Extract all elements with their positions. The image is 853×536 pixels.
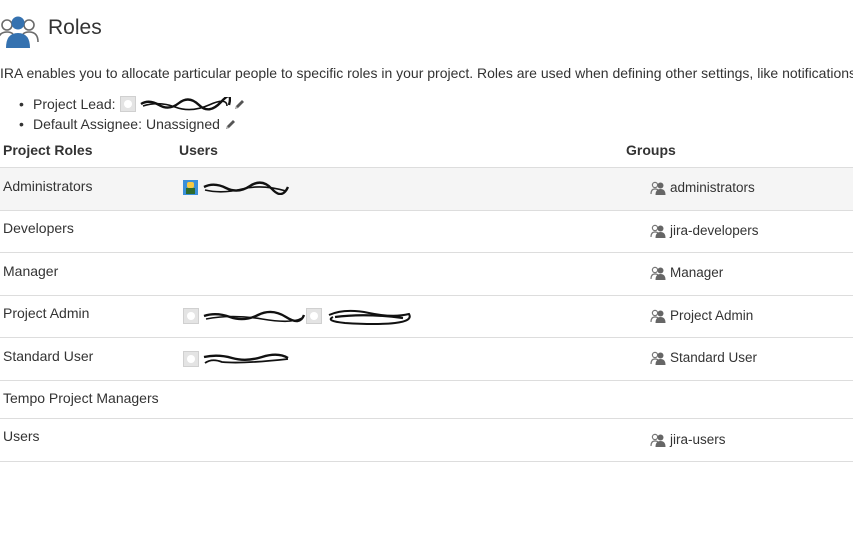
role-name: Standard User bbox=[3, 348, 94, 364]
project-meta-list: • Project Lead: • Default Assignee: Unas… bbox=[19, 94, 246, 134]
role-group[interactable]: Manager bbox=[650, 265, 723, 280]
default-assignee-label: Default Assignee: bbox=[33, 116, 142, 132]
redacted-user-name bbox=[325, 309, 411, 325]
role-group[interactable]: administrators bbox=[650, 180, 755, 195]
redacted-user-name bbox=[139, 97, 231, 111]
edit-project-lead-pencil-icon[interactable] bbox=[233, 98, 246, 111]
table-row[interactable]: Tempo Project Managers bbox=[0, 380, 853, 419]
page-title: Roles bbox=[48, 16, 102, 39]
role-name: Manager bbox=[3, 263, 59, 279]
user-avatar-icon bbox=[183, 180, 198, 195]
group-name: Standard User bbox=[670, 350, 758, 365]
page-description: IRA enables you to allocate particular p… bbox=[0, 65, 853, 81]
group-icon bbox=[650, 309, 666, 323]
redacted-user-name bbox=[202, 310, 306, 323]
redacted-user-name bbox=[202, 353, 289, 364]
table-row[interactable]: Standard User Standard User bbox=[0, 337, 853, 381]
group-name: jira-developers bbox=[670, 223, 759, 238]
role-group[interactable]: jira-users bbox=[650, 432, 726, 447]
edit-default-assignee-pencil-icon[interactable] bbox=[224, 118, 237, 131]
default-assignee-item: • Default Assignee: Unassigned bbox=[19, 114, 246, 134]
role-name: Users bbox=[3, 428, 40, 444]
group-icon bbox=[650, 224, 666, 238]
role-users[interactable] bbox=[183, 351, 289, 367]
role-name: Developers bbox=[3, 220, 74, 236]
role-group[interactable]: jira-developers bbox=[650, 223, 759, 238]
column-header-groups: Groups bbox=[626, 142, 676, 158]
project-lead-item: • Project Lead: bbox=[19, 94, 246, 114]
role-users[interactable] bbox=[183, 180, 290, 195]
group-name: Manager bbox=[670, 265, 724, 280]
table-row[interactable]: Administrators administrators bbox=[0, 167, 853, 211]
table-row[interactable]: Developers jira-developers bbox=[0, 210, 853, 253]
group-name: jira-users bbox=[670, 432, 726, 447]
role-name: Project Admin bbox=[3, 305, 90, 321]
default-assignee-value: Unassigned bbox=[145, 116, 220, 132]
group-icon bbox=[650, 351, 666, 365]
user-avatar-icon bbox=[183, 351, 199, 367]
role-name: Administrators bbox=[3, 178, 93, 194]
role-name: Tempo Project Managers bbox=[3, 390, 159, 406]
roles-table-header: Project Roles Users Groups bbox=[0, 140, 853, 167]
user-avatar-icon bbox=[183, 308, 199, 324]
user-avatar-icon bbox=[119, 96, 136, 112]
role-group[interactable]: Project Admin bbox=[650, 308, 753, 323]
column-header-project-roles: Project Roles bbox=[3, 142, 93, 158]
group-icon bbox=[650, 433, 666, 447]
roles-people-icon bbox=[0, 16, 39, 48]
role-users[interactable] bbox=[183, 308, 411, 325]
group-icon bbox=[650, 266, 666, 280]
table-bottom-border bbox=[0, 461, 853, 462]
table-row[interactable]: Project Admin Project Admin bbox=[0, 295, 853, 338]
role-group[interactable]: Standard User bbox=[650, 350, 757, 365]
table-row[interactable]: Users jira-users bbox=[0, 418, 853, 462]
project-lead-label: Project Lead: bbox=[33, 96, 116, 112]
group-name: Project Admin bbox=[670, 308, 754, 323]
group-icon bbox=[650, 181, 666, 195]
user-avatar-icon bbox=[306, 308, 322, 324]
redacted-user-name bbox=[202, 180, 290, 195]
page-header: Roles bbox=[0, 12, 102, 52]
column-header-users: Users bbox=[179, 142, 218, 158]
table-row[interactable]: Manager Manager bbox=[0, 252, 853, 296]
group-name: administrators bbox=[670, 180, 755, 195]
